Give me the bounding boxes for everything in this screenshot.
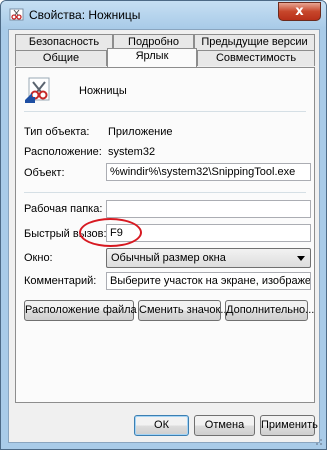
location-value: system32 — [108, 146, 156, 158]
close-icon: x — [295, 4, 304, 19]
title-bar[interactable]: Свойства: Ножницы x — [1, 1, 326, 28]
dialog-client-area: Безопасность Подробно Предыдущие версии … — [8, 29, 320, 443]
tab-compatibility[interactable]: Совместимость — [197, 50, 315, 66]
tab-previous-versions[interactable]: Предыдущие версии — [194, 34, 315, 50]
object-type-value: Приложение — [108, 126, 173, 138]
divider — [24, 111, 306, 112]
divider — [24, 192, 306, 193]
scissors-icon — [25, 77, 50, 103]
resize-grip-icon[interactable] — [311, 434, 323, 446]
properties-window: Свойства: Ножницы x Безопасность Подробн… — [0, 0, 327, 450]
object-type-label: Тип объекта: — [24, 126, 90, 138]
window-mode-select[interactable]: Обычный размер окна — [106, 248, 311, 268]
shortcut-tab-panel: Ножницы Тип объекта: Приложение Располож… — [15, 67, 315, 403]
working-dir-input[interactable] — [106, 200, 311, 218]
open-file-location-button[interactable]: Расположение файла — [24, 300, 137, 321]
tab-security[interactable]: Безопасность — [15, 34, 113, 50]
tab-shortcut[interactable]: Ярлык — [107, 48, 197, 67]
chevron-down-icon — [297, 256, 305, 261]
highlight-oval — [79, 218, 142, 247]
tab-general[interactable]: Общие — [15, 50, 107, 66]
window-mode-value: Обычный размер окна — [111, 252, 226, 264]
window-mode-label: Окно: — [24, 252, 53, 264]
change-icon-button[interactable]: Сменить значок... — [138, 300, 230, 321]
comment-input[interactable]: Выберите участок на экране, изображение … — [106, 272, 311, 290]
scissors-icon — [9, 8, 24, 21]
working-dir-label: Рабочая папка: — [24, 203, 103, 215]
apply-button[interactable]: Применить — [260, 415, 318, 436]
cancel-button[interactable]: Отмена — [194, 415, 255, 436]
location-label: Расположение: — [24, 146, 102, 158]
ok-button[interactable]: ОК — [134, 415, 189, 436]
advanced-button[interactable]: Дополнительно... — [225, 300, 314, 321]
comment-label: Комментарий: — [24, 275, 97, 287]
target-label: Объект: — [24, 167, 65, 179]
window-title: Свойства: Ножницы — [29, 8, 141, 22]
target-input[interactable]: %windir%\system32\SnippingTool.exe — [106, 163, 311, 181]
close-button[interactable]: x — [278, 2, 321, 21]
app-name: Ножницы — [79, 85, 127, 97]
